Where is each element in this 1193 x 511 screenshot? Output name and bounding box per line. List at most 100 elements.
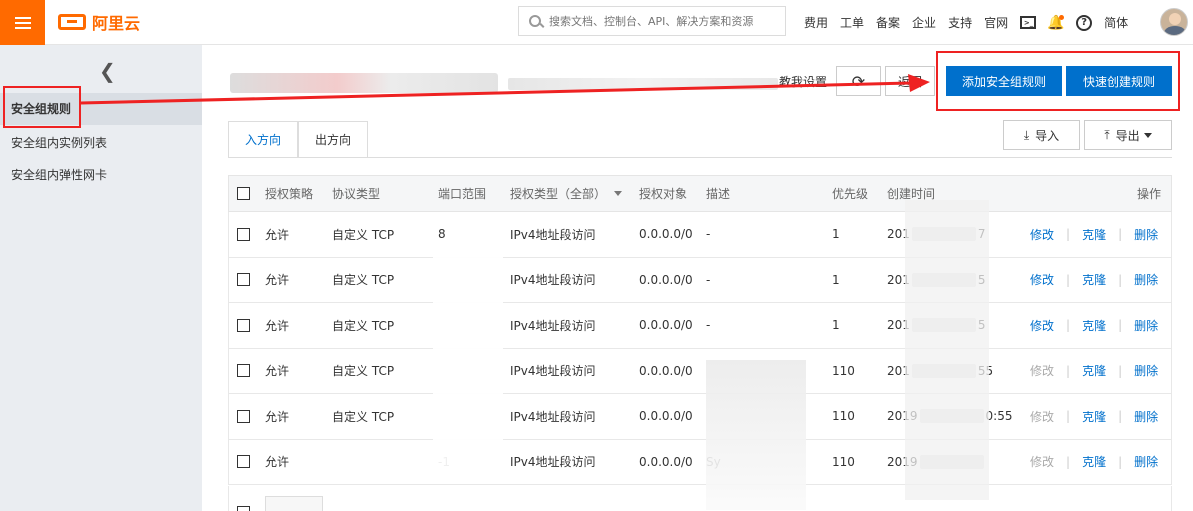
action-separator: | <box>1066 227 1071 242</box>
top-link-fees[interactable]: 费用 <box>804 14 828 31</box>
col-auth-type[interactable]: 授权类型（全部） <box>510 176 623 211</box>
delete-link[interactable]: 删除 <box>1134 408 1158 425</box>
refresh-button[interactable]: ⟳ <box>836 66 881 96</box>
edit-link[interactable]: 修改 <box>1030 362 1054 379</box>
cell-object: 0.0.0.0/0 <box>639 363 693 378</box>
import-label: 导入 <box>1035 128 1060 143</box>
cell-auth-type: IPv4地址段访问 <box>510 227 596 242</box>
chevron-left-icon[interactable]: ❮ <box>99 59 116 83</box>
cell-object: 0.0.0.0/0 <box>639 272 693 287</box>
sidebar-item-instances[interactable]: 安全组内实例列表 <box>0 127 202 159</box>
col-actions: 操作 <box>1137 187 1162 201</box>
clone-link[interactable]: 克隆 <box>1082 317 1106 334</box>
tab-outbound[interactable]: 出方向 <box>298 121 369 158</box>
col-created: 创建时间 <box>887 187 936 201</box>
clone-link[interactable]: 克隆 <box>1082 271 1106 288</box>
col-priority: 优先级 <box>832 187 869 201</box>
action-separator: | <box>1118 409 1123 424</box>
table-footer <box>228 486 1172 511</box>
table-body: 允许 自定义 TCP 8 IPv4地址段访问 0.0.0.0/0-1 201 7 修改 | 克隆 |… <box>228 212 1172 485</box>
cell-policy: 允许 <box>265 318 290 333</box>
top-link-support[interactable]: 支持 <box>948 14 972 31</box>
menu-button[interactable] <box>0 0 45 45</box>
row-checkbox[interactable] <box>237 273 250 287</box>
edit-link[interactable]: 修改 <box>1030 317 1054 334</box>
export-button[interactable]: ⤒ 导出 <box>1084 120 1172 150</box>
created-time-start: 201 <box>887 318 910 333</box>
action-separator: | <box>1118 272 1123 287</box>
action-separator: | <box>1118 318 1123 333</box>
delete-link[interactable]: 删除 <box>1134 453 1158 470</box>
delete-link[interactable]: 删除 <box>1134 362 1158 379</box>
batch-delete-button[interactable] <box>265 496 323 511</box>
created-time-start: 201 <box>887 227 910 242</box>
cell-actions: 修改 | 克隆 | 删除 <box>1030 212 1158 257</box>
row-checkbox[interactable] <box>237 227 250 241</box>
tab-inbound[interactable]: 入方向 <box>228 121 299 158</box>
top-bar: 阿里云 费用 工单 备案 企业 支持 官网 >_ 🔔 ? 简体 <box>0 0 1193 45</box>
action-separator: | <box>1066 454 1071 469</box>
cell-policy: 允许 <box>265 409 290 424</box>
row-checkbox[interactable] <box>237 364 250 378</box>
delete-link[interactable]: 删除 <box>1134 317 1158 334</box>
clone-link[interactable]: 克隆 <box>1082 226 1106 243</box>
top-link-enterprise[interactable]: 企业 <box>912 14 936 31</box>
language-switch[interactable]: 简体 <box>1104 14 1128 31</box>
cell-desc: - <box>706 227 711 242</box>
search-icon <box>529 15 541 27</box>
edit-link[interactable]: 修改 <box>1030 226 1054 243</box>
cell-actions: 修改 | 克隆 | 删除 <box>1030 394 1158 439</box>
direction-tabs: 入方向 出方向 <box>228 121 369 158</box>
sidebar-item-enis[interactable]: 安全组内弹性网卡 <box>0 159 202 191</box>
teach-me-link[interactable]: 教我设置 <box>779 73 827 90</box>
cell-auth-type: IPv4地址段访问 <box>510 273 596 288</box>
delete-link[interactable]: 删除 <box>1134 226 1158 243</box>
table-row: 允许 自定义 TCP IPv4地址段访问 0.0.0.0/0 110 2019 0:55 修改… <box>228 394 1172 440</box>
help-icon[interactable]: ? <box>1076 14 1093 31</box>
export-label: 导出 <box>1115 128 1140 143</box>
import-button[interactable]: ⤓ 导入 <box>1003 120 1080 150</box>
search-box[interactable] <box>518 6 786 36</box>
cell-actions: 修改 | 克隆 | 删除 <box>1030 258 1158 303</box>
top-link-official[interactable]: 官网 <box>984 14 1008 31</box>
clone-link[interactable]: 克隆 <box>1082 408 1106 425</box>
tabs-divider <box>228 157 1172 158</box>
footer-checkbox[interactable] <box>237 506 250 511</box>
top-link-filing[interactable]: 备案 <box>876 14 900 31</box>
cell-desc: - <box>706 318 711 333</box>
clone-link[interactable]: 克隆 <box>1082 362 1106 379</box>
edit-link[interactable]: 修改 <box>1030 453 1054 470</box>
search-input[interactable] <box>549 14 779 28</box>
download-icon: ⤓ <box>1023 127 1030 142</box>
table-row: 允许 自定义 TCP IPv4地址段访问 0.0.0.0/0 110 201 55 修改 | 克隆… <box>228 348 1172 394</box>
cell-actions: 修改 | 克隆 | 删除 <box>1030 440 1158 485</box>
cell-policy: 允许 <box>265 227 290 242</box>
page-subtitle-redacted <box>508 78 778 90</box>
created-time-end: 5 <box>977 272 986 287</box>
created-time-start: 2019 <box>887 454 918 469</box>
clone-link[interactable]: 克隆 <box>1082 453 1106 470</box>
top-link-tickets[interactable]: 工单 <box>840 14 864 31</box>
action-separator: | <box>1066 409 1071 424</box>
cell-actions: 修改 | 克隆 | 删除 <box>1030 349 1158 394</box>
edit-link[interactable]: 修改 <box>1030 408 1054 425</box>
cell-created-time: 2019 0:55 <box>887 394 1013 439</box>
avatar[interactable] <box>1160 8 1188 36</box>
col-object: 授权对象 <box>639 187 688 201</box>
edit-link[interactable]: 修改 <box>1030 271 1054 288</box>
row-checkbox[interactable] <box>237 318 250 332</box>
table-row: 允许 自定义 TCP IPv4地址段访问 0.0.0.0/0-1 201 5 修改 | 克隆 | 删… <box>228 257 1172 303</box>
delete-link[interactable]: 删除 <box>1134 271 1158 288</box>
terminal-icon[interactable]: >_ <box>1020 16 1037 29</box>
cell-protocol: 自定义 TCP <box>332 364 395 379</box>
back-button[interactable]: 返回 <box>885 66 935 96</box>
cell-auth-type: IPv4地址段访问 <box>510 364 596 379</box>
refresh-icon: ⟳ <box>851 71 866 91</box>
row-checkbox[interactable] <box>237 455 250 469</box>
logo[interactable]: 阿里云 <box>58 10 140 34</box>
cell-priority: 1 <box>832 272 840 287</box>
select-all-checkbox[interactable] <box>237 187 250 200</box>
row-checkbox[interactable] <box>237 409 250 423</box>
bell-icon[interactable]: 🔔 <box>1047 14 1065 31</box>
cell-created-time: 2019 <box>887 440 986 485</box>
